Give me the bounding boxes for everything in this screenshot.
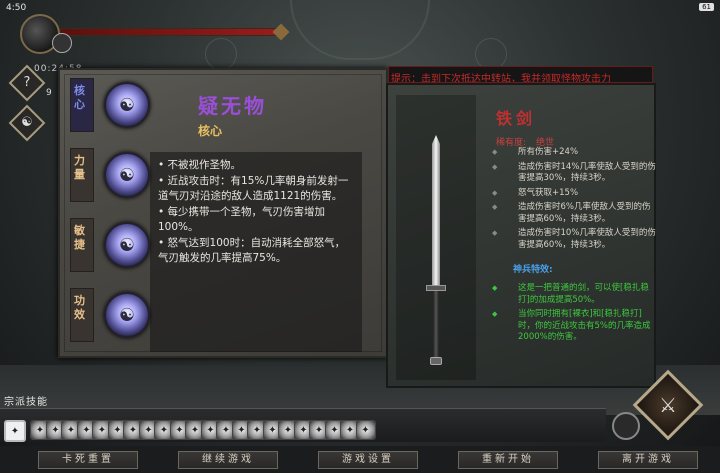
skills-bar-title: 宗派技能: [4, 397, 48, 408]
attribute-line: 所有伤害+24%: [488, 147, 656, 159]
item-detail-panel: 铁剑 稀有度:绝世 所有伤害+24% 造成伤害时14%几率使敌人受到的伤害提高3…: [386, 83, 656, 388]
exit-button[interactable]: 离开游戏: [598, 451, 698, 469]
mural-medallion: [205, 38, 237, 70]
slot-label: 功效: [74, 294, 85, 321]
slot-tab: [70, 78, 94, 132]
slot-agility[interactable]: 敏捷 ☯: [70, 218, 150, 278]
agility-skill-orb-icon[interactable]: ☯: [104, 222, 150, 268]
yin-yang-mural: [290, 0, 430, 60]
description-line: • 怒气达到100时：自动消耗全部怒气，气刃触发的几率提高75%。: [158, 237, 346, 264]
stat-counter: 9: [46, 88, 52, 98]
slot-strength[interactable]: 力量 ☯: [70, 148, 150, 208]
attribute-line: 造成伤害时14%几率使敌人受到的伤害提高30%，持续3秒。: [488, 162, 656, 185]
description-line: • 每少携带一个圣物，气刃伤害增加100%。: [158, 206, 326, 233]
description-line: • 近战攻击时：有15%几率朝身前发射一道气刃对沿途的敌人造成1121的伤害。: [158, 175, 349, 202]
notice-text: 提示：击到下次抵达中转站，我并领取怪物攻击力: [391, 74, 611, 83]
pause-menu: 卡死重置 继续游戏 游戏设置 重新开始 离开游戏: [0, 446, 720, 473]
slot-label: 敏捷: [74, 224, 85, 251]
hammer-skill-icon[interactable]: ✦: [355, 420, 376, 440]
secondary-weapon-icon[interactable]: [612, 412, 640, 440]
slot-core[interactable]: 核心 ☯: [70, 78, 150, 138]
special-effect-line: 这是一把普通的剑，可以使[稳扎稳打]的加成提高50%。: [488, 283, 656, 306]
item-preview: [396, 95, 476, 380]
skill-detail-panel: 核心 ☯ 力量 ☯ 敏捷 ☯ 功效 ☯ 疑无物 核心 • 不被视作圣物。 • 近…: [58, 68, 388, 358]
slot-efficacy[interactable]: 功效 ☯: [70, 288, 150, 348]
settings-button[interactable]: 游戏设置: [318, 451, 418, 469]
skill-description: • 不被视作圣物。 • 近战攻击时：有15%几率朝身前发射一道气刃对沿途的敌人造…: [150, 152, 362, 352]
companion-portrait: [52, 33, 72, 53]
core-skill-orb-icon[interactable]: ☯: [104, 82, 150, 128]
skill-type: 核心: [198, 124, 223, 138]
slot-tab: [70, 288, 94, 342]
health-bar: [60, 28, 285, 36]
special-effects: 这是一把普通的剑，可以使[稳扎稳打]的加成提高50%。 当你同时拥有[裸衣]和[…: [488, 283, 656, 347]
efficacy-skill-orb-icon[interactable]: ☯: [104, 292, 150, 338]
battery-indicator: 61: [699, 3, 714, 11]
description-line: • 不被视作圣物。: [158, 159, 242, 171]
attribute-line: 造成伤害时6%几率使敌人受到的伤害提高60%，持续3秒。: [488, 202, 656, 225]
slot-tab: [70, 148, 94, 202]
special-effect-line: 当你同时拥有[裸衣]和[稳扎稳打]时，你的近战攻击有5%的几率造成2000%的伤…: [488, 309, 656, 344]
slot-tab: [70, 218, 94, 272]
item-name: 铁剑: [496, 109, 537, 128]
sword-emblem-icon: ⚔: [659, 393, 677, 417]
continue-button[interactable]: 继续游戏: [178, 451, 278, 469]
notice-banner: 提示：击到下次抵达中转站，我并领取怪物攻击力: [388, 66, 653, 83]
restart-button[interactable]: 重新开始: [458, 451, 558, 469]
character-icon: ☯: [21, 115, 33, 130]
special-effect-title: 神兵特效:: [513, 265, 553, 275]
skills-bar: ✦ ✦ ✦ ✦ ✦ ✦ ✦ ✦ ✦ ✦ ✦ ✦ ✦ ✦ ✦ ✦ ✦ ✦ ✦ ✦ ✦ ✦ ✦: [0, 408, 606, 442]
skill-name: 疑无物: [198, 94, 267, 118]
reset-stuck-button[interactable]: 卡死重置: [38, 451, 138, 469]
attribute-line: 造成伤害时10%几率使敌人受到的伤害提高60%，持续3秒。: [488, 228, 656, 251]
slot-label: 核心: [74, 84, 85, 111]
system-clock: 4:50: [6, 3, 27, 13]
iron-sword-icon: [426, 135, 446, 365]
sword-skill-icon[interactable]: ✦: [4, 420, 26, 442]
item-attributes: 所有伤害+24% 造成伤害时14%几率使敌人受到的伤害提高30%，持续3秒。 怒…: [488, 147, 656, 254]
question-icon: ?: [23, 75, 31, 90]
slot-label: 力量: [74, 154, 85, 181]
attribute-line: 怒气获取+15%: [488, 188, 656, 200]
strength-skill-orb-icon[interactable]: ☯: [104, 152, 150, 198]
